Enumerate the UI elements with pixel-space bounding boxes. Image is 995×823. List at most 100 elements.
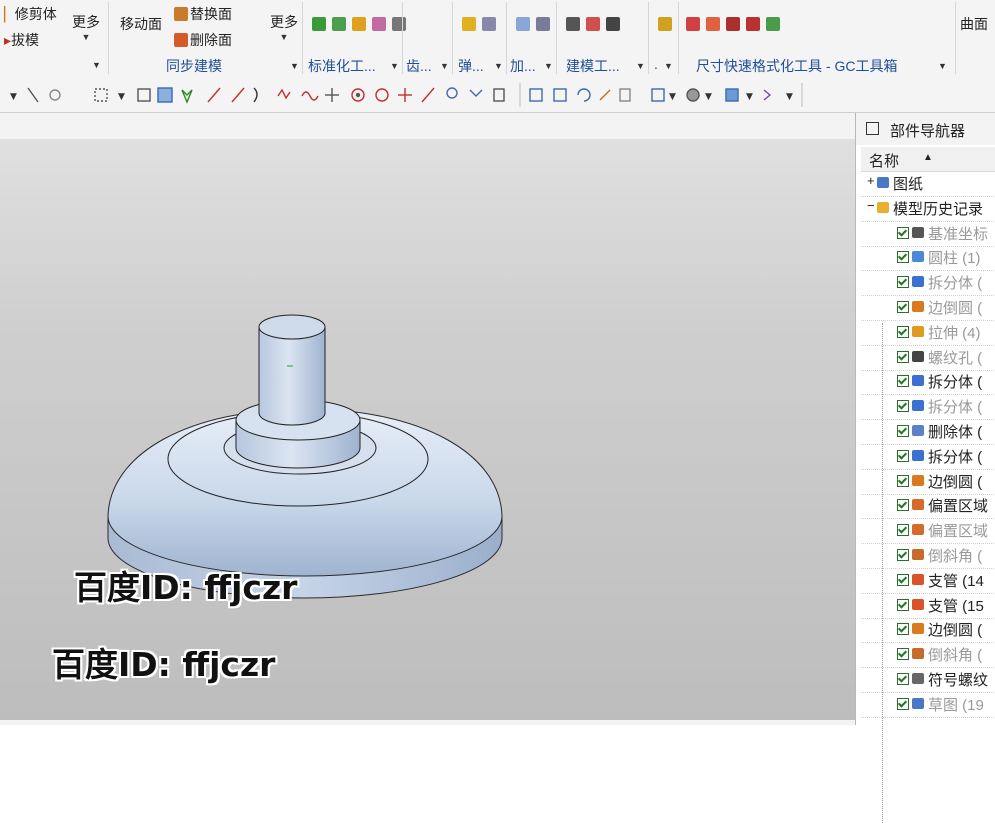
thread-10h-icon[interactable] bbox=[605, 17, 620, 31]
visibility-checkbox[interactable] bbox=[897, 499, 909, 512]
visibility-checkbox[interactable] bbox=[897, 697, 909, 710]
feature-icon bbox=[912, 549, 924, 560]
feature-row[interactable]: 拆分体 ( bbox=[861, 394, 995, 421]
more-button-2[interactable]: 更多 ▼ bbox=[266, 12, 302, 42]
feature-row[interactable]: 边倒圆 ( bbox=[861, 617, 995, 644]
feature-row[interactable]: 拆分体 ( bbox=[861, 444, 995, 470]
feature-icon bbox=[912, 375, 924, 387]
more-label-2: 更多 bbox=[270, 14, 298, 30]
feature-row[interactable]: 偏置区域 bbox=[861, 493, 995, 520]
chevron-down-icon[interactable]: ▼ bbox=[938, 61, 947, 71]
visibility-checkbox[interactable] bbox=[897, 449, 909, 462]
expand-icon[interactable]: + bbox=[867, 173, 875, 188]
feature-label: 基准坐标 bbox=[928, 225, 989, 243]
layer-icon[interactable] bbox=[566, 17, 580, 31]
svg-text:▼: ▼ bbox=[118, 92, 125, 102]
feature-row[interactable]: 圆柱 (1) bbox=[861, 245, 995, 272]
visibility-checkbox[interactable] bbox=[897, 276, 909, 289]
visibility-checkbox[interactable] bbox=[897, 524, 909, 537]
weld-icon[interactable] bbox=[371, 17, 386, 31]
collapse-icon[interactable]: − bbox=[867, 198, 875, 213]
drawing-row[interactable]: + 图纸 bbox=[861, 171, 995, 197]
move-face-button[interactable]: 移动面 bbox=[120, 14, 162, 34]
history-folder-row[interactable]: − 模型历史记录 bbox=[861, 196, 995, 222]
misc-icons bbox=[658, 16, 674, 32]
feature-row[interactable]: 基准坐标 bbox=[861, 221, 995, 247]
feature-row[interactable]: 倒斜角 ( bbox=[861, 543, 995, 569]
feature-row[interactable]: 螺纹孔 ( bbox=[861, 345, 995, 371]
name-column-header[interactable]: 名称 ▲ bbox=[861, 147, 995, 172]
part-model[interactable] bbox=[0, 113, 855, 720]
feature-row[interactable]: 偏置区域 bbox=[861, 518, 995, 545]
feature-row[interactable]: 支管 (14 bbox=[861, 568, 995, 594]
rule-icon[interactable] bbox=[391, 17, 406, 31]
part-navigator: 部件导航器 名称 ▲ + 图纸 − 模型历史记录 基准坐标 圆柱 (1) 拆分体 (边倒圆 … bbox=[855, 113, 995, 823]
machining-icon[interactable] bbox=[516, 17, 530, 31]
visibility-checkbox[interactable] bbox=[897, 648, 909, 661]
fastener-icon[interactable] bbox=[331, 17, 346, 31]
property-icon[interactable] bbox=[658, 17, 672, 31]
chevron-down-icon[interactable]: ▼ bbox=[636, 61, 645, 71]
visibility-checkbox[interactable] bbox=[897, 573, 909, 586]
visibility-checkbox[interactable] bbox=[897, 673, 909, 685]
chevron-down-icon[interactable]: ▼ bbox=[494, 61, 503, 71]
trim-body-button[interactable]: ▏修剪体 bbox=[4, 4, 57, 24]
visibility-checkbox[interactable] bbox=[897, 350, 909, 363]
visibility-checkbox[interactable] bbox=[897, 425, 909, 437]
chevron-down-icon[interactable]: ▼ bbox=[440, 61, 449, 71]
measure-icon[interactable] bbox=[585, 17, 600, 31]
svg-text:▼: ▼ bbox=[786, 92, 793, 102]
dimension-icon[interactable] bbox=[686, 17, 700, 31]
visibility-checkbox[interactable] bbox=[897, 623, 909, 636]
visibility-checkbox[interactable] bbox=[897, 549, 909, 561]
visibility-checkbox[interactable] bbox=[897, 474, 909, 487]
standard-part-icon[interactable] bbox=[351, 17, 366, 31]
delete-face-button[interactable]: 删除面 bbox=[174, 30, 232, 50]
feature-row[interactable]: 支管 (15 bbox=[861, 593, 995, 619]
feature-row[interactable]: 拉伸 (4) bbox=[861, 320, 995, 346]
modeling-tools-icons bbox=[566, 16, 622, 32]
visibility-checkbox[interactable] bbox=[897, 226, 909, 239]
chevron-down-icon[interactable]: ▼ bbox=[664, 61, 673, 71]
visibility-checkbox[interactable] bbox=[897, 400, 909, 413]
feature-row[interactable]: 拆分体 ( bbox=[861, 369, 995, 396]
diameter-icon[interactable] bbox=[725, 17, 740, 31]
diameter-remove-icon[interactable] bbox=[745, 17, 760, 31]
feature-label: 符号螺纹 bbox=[928, 672, 989, 689]
feature-row[interactable]: 删除体 ( bbox=[861, 419, 995, 445]
chevron-down-icon[interactable]: ▼ bbox=[92, 60, 101, 70]
visibility-checkbox[interactable] bbox=[897, 325, 909, 338]
replace-face-button[interactable]: 替换面 bbox=[174, 4, 232, 24]
spring-delete-icon[interactable] bbox=[481, 17, 496, 31]
feature-icon bbox=[912, 400, 924, 412]
draft-label: 拔模 bbox=[11, 32, 40, 48]
visibility-checkbox[interactable] bbox=[897, 251, 909, 264]
window-icon[interactable] bbox=[866, 122, 879, 135]
feature-label: 边倒圆 ( bbox=[928, 473, 983, 491]
draft-button[interactable]: ▸拔模 bbox=[4, 30, 39, 50]
chevron-down-icon[interactable]: ▼ bbox=[290, 61, 299, 71]
more-button-1[interactable]: 更多 ▼ bbox=[68, 12, 104, 42]
refresh-icon[interactable] bbox=[765, 17, 780, 31]
feature-row[interactable]: 草图 (19 bbox=[861, 692, 995, 718]
feature-row[interactable]: 倒斜角 ( bbox=[861, 642, 995, 669]
visibility-checkbox[interactable] bbox=[897, 375, 909, 388]
chevron-down-icon[interactable]: ▼ bbox=[544, 61, 553, 71]
feature-row[interactable]: 符号螺纹 bbox=[861, 667, 995, 693]
replace-face-label: 替换面 bbox=[190, 6, 232, 22]
chevron-down-icon[interactable]: ▼ bbox=[390, 61, 399, 71]
datum-icon[interactable] bbox=[535, 17, 550, 31]
part-library-icon[interactable] bbox=[312, 17, 326, 31]
feature-row[interactable]: 拆分体 ( bbox=[861, 270, 995, 297]
visibility-checkbox[interactable] bbox=[897, 301, 909, 313]
surface-tab[interactable]: 曲面 bbox=[960, 14, 988, 34]
graphics-viewport[interactable]: 百度ID: ffjczr 百度ID: ffjczr bbox=[0, 113, 855, 720]
visibility-checkbox[interactable] bbox=[897, 598, 909, 611]
feature-row[interactable]: 边倒圆 ( bbox=[861, 295, 995, 321]
feature-label: 支管 (15 bbox=[928, 597, 984, 615]
feature-row[interactable]: 边倒圆 ( bbox=[861, 469, 995, 495]
spring-icon[interactable] bbox=[462, 17, 476, 31]
tolerance-icon[interactable] bbox=[705, 17, 720, 31]
feature-label: 倒斜角 ( bbox=[928, 647, 983, 665]
feature-icon bbox=[912, 350, 924, 362]
